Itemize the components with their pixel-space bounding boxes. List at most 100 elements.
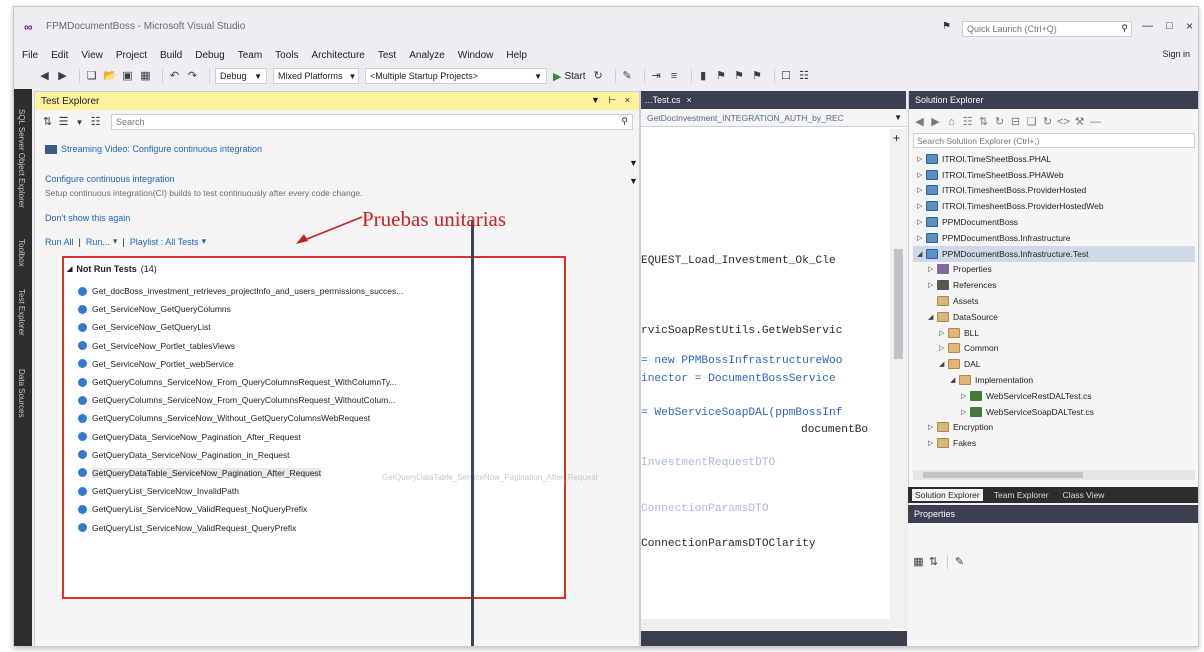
collapsed-caret-icon[interactable]: ▷: [928, 265, 937, 273]
collapsed-caret-icon[interactable]: ▷: [928, 423, 937, 431]
menu-window[interactable]: Window: [458, 50, 494, 61]
test-item[interactable]: Get_ServiceNow_Portlet_webService: [78, 355, 488, 373]
expanded-caret-icon[interactable]: ◢: [928, 313, 937, 321]
tab-toolbox[interactable]: Toolbox: [17, 239, 26, 267]
test-item[interactable]: GetQueryColumns_ServiceNow_From_QueryCol…: [78, 391, 488, 409]
refresh-icon[interactable]: ↻: [1041, 116, 1054, 129]
split-editor-icon[interactable]: +: [893, 131, 900, 145]
expanded-caret-icon[interactable]: ◢: [939, 360, 948, 368]
undo-icon[interactable]: ↶: [168, 70, 181, 83]
run-dropdown[interactable]: Run...: [86, 237, 110, 247]
menu-file[interactable]: File: [22, 50, 38, 61]
chevron-down-icon[interactable]: ▼: [73, 116, 86, 129]
back-icon[interactable]: ◀: [38, 70, 51, 83]
forward-icon[interactable]: ▶: [56, 70, 69, 83]
collapsed-caret-icon[interactable]: ▷: [917, 171, 926, 179]
quick-launch-input[interactable]: [963, 22, 1113, 36]
scrollbar-thumb[interactable]: [894, 249, 903, 359]
tree-node[interactable]: ▷ Properties: [913, 262, 1195, 278]
bookmark-next-icon[interactable]: ⚑: [733, 70, 746, 83]
details-splitter[interactable]: [471, 220, 474, 646]
back-icon[interactable]: ◀: [913, 116, 926, 129]
collapsed-caret-icon[interactable]: ▷: [917, 218, 926, 226]
test-search-box[interactable]: ⚲: [111, 114, 633, 130]
configuration-dropdown[interactable]: Debug ▼: [215, 68, 267, 84]
playlist-icon[interactable]: ☰: [57, 116, 70, 129]
test-search-input[interactable]: [112, 115, 580, 129]
show-all-files-icon[interactable]: ❏: [1025, 116, 1038, 129]
code-area[interactable]: EQUEST_Load_Investment_Ok_Cle rvicSoapRe…: [641, 129, 887, 625]
menu-edit[interactable]: Edit: [51, 50, 68, 61]
collapsed-caret-icon[interactable]: ▷: [939, 344, 948, 352]
tab-class-view[interactable]: Class View: [1060, 489, 1108, 501]
run-all-link[interactable]: Run All: [45, 237, 74, 247]
collapsed-caret-icon[interactable]: ▷: [917, 234, 926, 242]
collapsed-caret-icon[interactable]: ▷: [917, 186, 926, 194]
tree-node[interactable]: ▷ Fakes: [913, 435, 1195, 451]
menu-team[interactable]: Team: [238, 50, 262, 61]
group-by-icon[interactable]: ⇅: [41, 116, 54, 129]
test-item[interactable]: Get_ServiceNow_GetQueryList: [78, 318, 488, 336]
categorized-icon[interactable]: ▦: [912, 556, 925, 569]
configure-ci-link[interactable]: Configure continuous integration: [45, 174, 175, 184]
tree-node[interactable]: ▷ ITROI.TimeSheetBoss.PHAL: [913, 151, 1195, 167]
menu-help[interactable]: Help: [506, 50, 527, 61]
streaming-video-link[interactable]: Streaming Video: Configure continuous in…: [61, 144, 262, 154]
redo-icon[interactable]: ↷: [186, 70, 199, 83]
bookmark-prev-icon[interactable]: ⚑: [715, 70, 728, 83]
preview-icon[interactable]: —: [1089, 116, 1102, 129]
property-pages-icon[interactable]: ✎: [953, 556, 966, 569]
properties-wrench-icon[interactable]: ⚒: [1073, 116, 1086, 129]
columns-icon[interactable]: ☷: [89, 116, 102, 129]
sign-in-link[interactable]: Sign in: [1162, 49, 1190, 59]
chevron-down-icon[interactable]: ▾: [202, 236, 207, 247]
expanded-caret-icon[interactable]: ◢: [950, 376, 959, 384]
tree-node[interactable]: ◢ DAL: [913, 356, 1195, 372]
tab-test-explorer[interactable]: Test Explorer: [17, 289, 26, 336]
scrollbar-thumb[interactable]: [923, 472, 1083, 478]
save-all-icon[interactable]: ▦: [139, 70, 152, 83]
search-icon[interactable]: ⚲: [621, 116, 628, 127]
test-item[interactable]: GetQueryData_ServiceNow_Pagination_After…: [78, 428, 488, 446]
menu-architecture[interactable]: Architecture: [312, 50, 365, 61]
test-group-header[interactable]: ◢ Not Run Tests (14): [67, 264, 157, 274]
collapse-caret-icon[interactable]: ▼: [629, 158, 638, 168]
panel-window-buttons[interactable]: ▼ ⊢ ×: [591, 95, 633, 106]
collapsed-caret-icon[interactable]: ▷: [939, 329, 948, 337]
expand-caret-icon[interactable]: ◢: [67, 265, 72, 273]
tree-node[interactable]: ▷ References: [913, 277, 1195, 293]
collapsed-caret-icon[interactable]: ▷: [928, 439, 937, 447]
navigation-bar[interactable]: GetDocInvestment_INTEGRATION_AUTH_by_REC…: [641, 109, 906, 127]
menu-view[interactable]: View: [81, 50, 103, 61]
solution-search-box[interactable]: [913, 133, 1195, 148]
tree-node[interactable]: ▷ ITROI.TimesheetBoss.ProviderHosted: [913, 183, 1195, 199]
chevron-down-icon[interactable]: ▼: [894, 113, 902, 122]
tree-node[interactable]: ▷ WebServiceRestDALTest.cs: [913, 388, 1195, 404]
tree-node[interactable]: Assets: [913, 293, 1195, 309]
bookmark-clear-icon[interactable]: ⚑: [751, 70, 764, 83]
test-item[interactable]: GetQueryList_ServiceNow_ValidRequest_NoQ…: [78, 500, 488, 518]
chevron-down-icon[interactable]: ▾: [113, 236, 118, 247]
bookmark-icon[interactable]: ▮: [697, 70, 710, 83]
alphabetical-icon[interactable]: ⇅: [927, 556, 940, 569]
menu-debug[interactable]: Debug: [195, 50, 224, 61]
test-item[interactable]: Get_docBoss_investment_retrieves_project…: [78, 282, 488, 300]
step-icon[interactable]: ⇥: [650, 70, 663, 83]
start-button[interactable]: ▶ Start: [553, 70, 586, 83]
tree-node[interactable]: ◢ DataSource: [913, 309, 1195, 325]
menu-analyze[interactable]: Analyze: [409, 50, 445, 61]
close-tab-icon[interactable]: ×: [687, 95, 692, 105]
home-icon[interactable]: ⌂: [945, 116, 958, 129]
close-button[interactable]: ×: [1186, 19, 1193, 33]
test-item[interactable]: GetQueryColumns_ServiceNow_From_QueryCol…: [78, 373, 488, 391]
uncomment-icon[interactable]: ☷: [798, 70, 811, 83]
sync-icon[interactable]: ↻: [993, 116, 1006, 129]
test-item[interactable]: GetQueryList_ServiceNow_InvalidPath: [78, 482, 488, 500]
browser-link-icon[interactable]: ✎: [621, 70, 634, 83]
minimize-button[interactable]: —: [1142, 20, 1153, 32]
test-item[interactable]: Get_ServiceNow_Portlet_tablesViews: [78, 337, 488, 355]
view-code-icon[interactable]: <>: [1057, 116, 1070, 129]
collapsed-caret-icon[interactable]: ▷: [961, 408, 970, 416]
menu-test[interactable]: Test: [378, 50, 396, 61]
tab-team-explorer[interactable]: Team Explorer: [991, 489, 1052, 501]
